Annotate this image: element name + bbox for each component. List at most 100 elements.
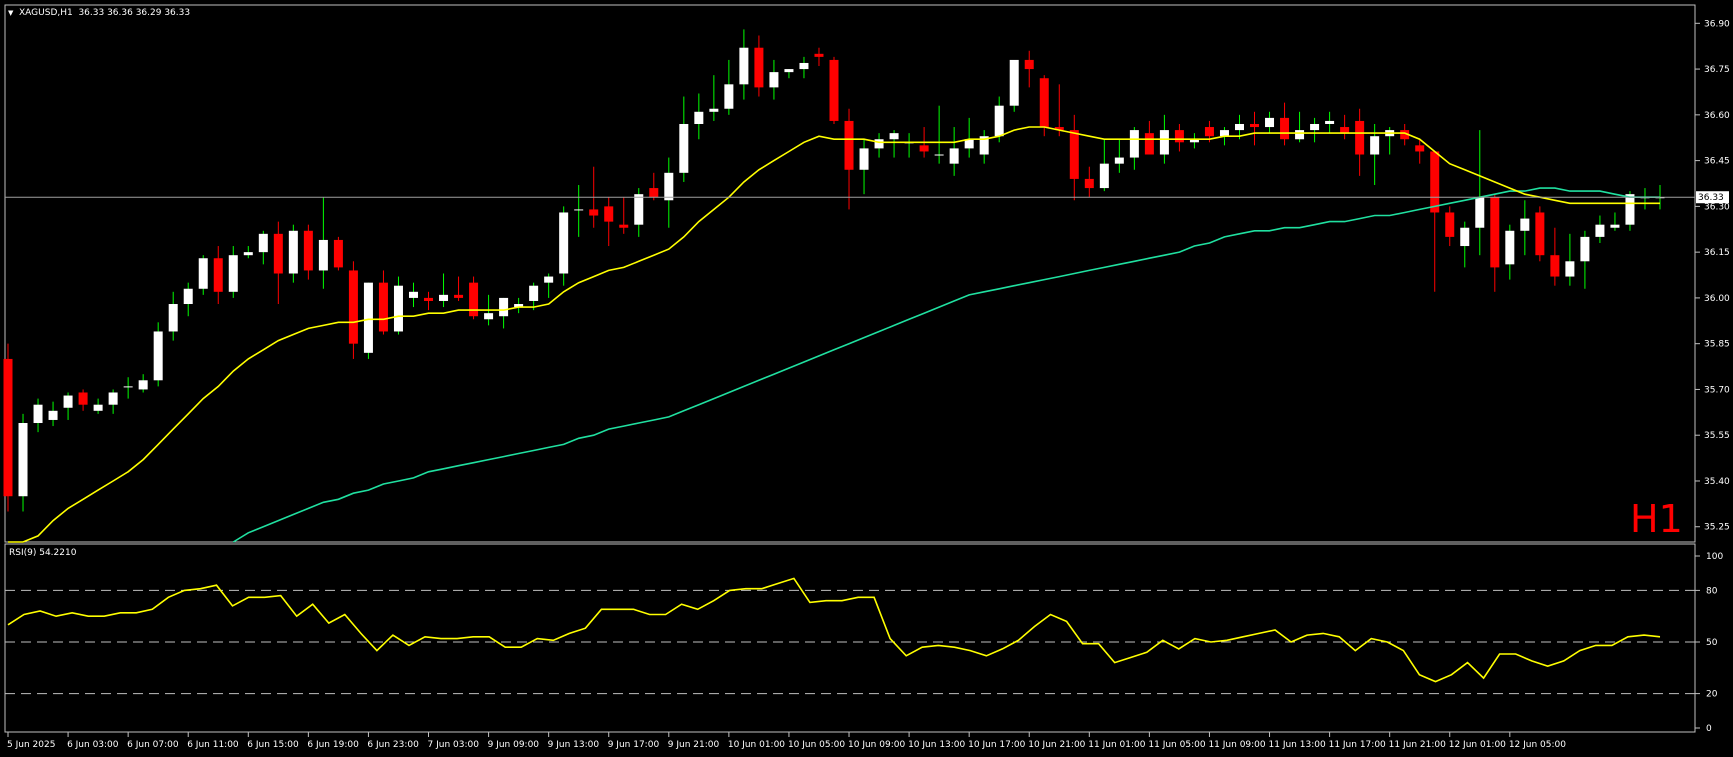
time-tick-label: 6 Jun 19:00 — [307, 740, 359, 750]
candle-body — [709, 108, 719, 112]
timeframe-label: H1 — [1630, 497, 1683, 541]
triangle-down-icon[interactable]: ▼ — [8, 9, 14, 17]
candle — [469, 276, 479, 320]
candle-body — [679, 123, 689, 173]
candle-body — [1505, 230, 1515, 265]
candle-body — [1625, 194, 1635, 225]
time-tick-label: 9 Jun 21:00 — [668, 740, 720, 750]
price-tick-label: 36.45 — [1704, 157, 1730, 167]
candle-body — [799, 62, 809, 70]
candle-body — [1280, 117, 1290, 140]
candle — [3, 343, 13, 512]
candle-body — [769, 72, 779, 88]
time-tick-label: 5 Jun 2025 — [7, 740, 55, 750]
candle-body — [108, 392, 118, 405]
time-tick-label: 11 Jun 09:00 — [1208, 740, 1265, 750]
candle-body — [1415, 145, 1425, 152]
chart-background — [0, 0, 1733, 757]
candle — [829, 56, 839, 124]
candle-body — [619, 224, 629, 228]
candle-body — [664, 172, 674, 201]
candle-body — [724, 84, 734, 109]
price-tick-label: 36.00 — [1704, 294, 1730, 304]
candle-body — [1535, 212, 1545, 256]
rsi-tick-label: 0 — [1706, 724, 1712, 734]
candle-body — [1550, 255, 1560, 277]
time-tick-label: 7 Jun 03:00 — [428, 740, 480, 750]
candle-body — [1325, 120, 1335, 124]
candle-body — [198, 258, 208, 289]
candle-body — [318, 239, 328, 271]
candle-body — [1144, 133, 1154, 155]
candle-body — [1099, 163, 1109, 189]
time-tick-label: 11 Jun 17:00 — [1329, 740, 1386, 750]
candle-body — [1039, 78, 1049, 128]
candle-body — [544, 276, 554, 283]
candle-body — [1129, 130, 1139, 158]
candle-body — [1490, 197, 1500, 268]
price-tick-label: 35.40 — [1704, 477, 1730, 487]
candle-body — [484, 313, 494, 320]
time-tick-label: 11 Jun 01:00 — [1088, 740, 1145, 750]
candle-body — [634, 194, 644, 225]
time-tick-label: 12 Jun 05:00 — [1509, 740, 1566, 750]
candle — [333, 236, 343, 271]
candle — [1535, 206, 1545, 262]
time-tick-label: 10 Jun 17:00 — [968, 740, 1025, 750]
candle-body — [1234, 123, 1244, 131]
candle-body — [1084, 178, 1094, 189]
time-tick-label: 11 Jun 21:00 — [1389, 740, 1446, 750]
candle-body — [1370, 136, 1380, 155]
candle-body — [378, 282, 388, 332]
candle-body — [424, 297, 434, 301]
candle-body — [48, 410, 58, 420]
candle-body — [739, 47, 749, 85]
rsi-tick-label: 100 — [1706, 552, 1723, 562]
candle-body — [1295, 130, 1305, 140]
candle-body — [213, 258, 223, 292]
candle-body — [243, 252, 253, 256]
price-tick-label: 36.15 — [1704, 248, 1730, 258]
candle-body — [1024, 59, 1034, 70]
time-tick-label: 10 Jun 21:00 — [1028, 740, 1085, 750]
price-tick-label: 35.85 — [1704, 340, 1730, 350]
candle-body — [18, 423, 28, 497]
candle-body — [1204, 127, 1214, 137]
time-tick-label: 11 Jun 13:00 — [1269, 740, 1326, 750]
candle — [1009, 59, 1019, 112]
candle-body — [934, 154, 944, 156]
time-tick-label: 11 Jun 05:00 — [1148, 740, 1205, 750]
candle — [153, 322, 163, 387]
candle-body — [93, 404, 103, 411]
candle-body — [1610, 224, 1620, 228]
candle-body — [3, 358, 13, 497]
chart-canvas: 36.90 36.75 36.60 36.45 36.30 36.15 36.00 35.85… — [0, 0, 1733, 757]
time-tick-label: 6 Jun 15:00 — [247, 740, 299, 750]
time-tick-label: 10 Jun 01:00 — [728, 740, 785, 750]
candle-body — [559, 212, 569, 274]
price-tick-label: 36.60 — [1704, 111, 1730, 121]
candle-body — [949, 148, 959, 164]
candle-body — [1250, 123, 1260, 128]
price-tick-label: 36.90 — [1704, 19, 1730, 29]
candle-body — [1565, 261, 1575, 277]
rsi-tick-label: 50 — [1706, 638, 1718, 648]
time-tick-label: 10 Jun 05:00 — [788, 740, 845, 750]
candle-body — [859, 148, 869, 170]
candle — [363, 282, 373, 359]
time-tick-label: 6 Jun 07:00 — [127, 740, 179, 750]
candle-body — [844, 120, 854, 170]
candle-body — [393, 285, 403, 332]
candle-body — [994, 105, 1004, 137]
candle-body — [574, 209, 584, 211]
time-tick-label: 9 Jun 09:00 — [488, 740, 540, 750]
candle-body — [1460, 227, 1470, 247]
candle-body — [469, 282, 479, 317]
candle-body — [228, 255, 238, 292]
candle-body — [1114, 157, 1124, 164]
candle-body — [1174, 130, 1184, 143]
candle-body — [183, 288, 193, 305]
candle-body — [63, 395, 73, 408]
candle-body — [874, 139, 884, 149]
candle-body — [919, 145, 929, 152]
